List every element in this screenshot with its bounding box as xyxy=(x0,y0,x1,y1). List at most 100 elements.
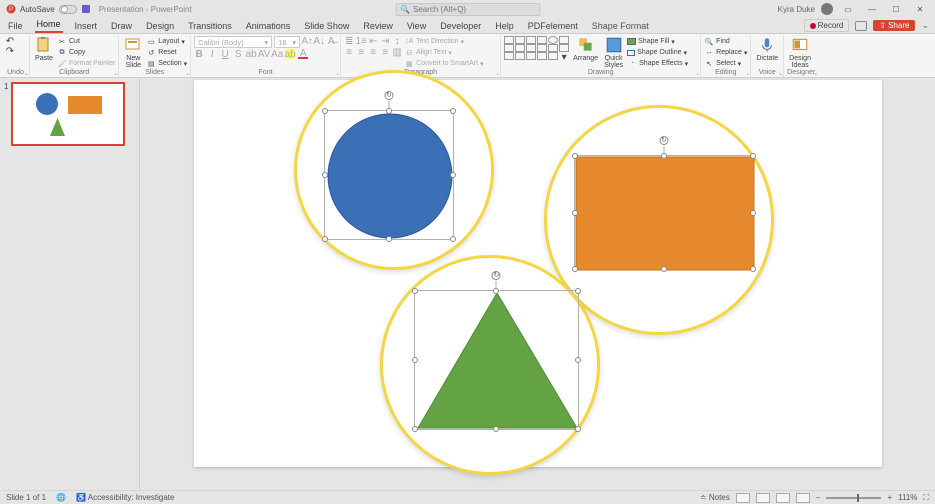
spacing-icon[interactable]: AV xyxy=(259,49,269,59)
notes-button[interactable]: ≐ Notes xyxy=(700,493,730,502)
ribbon-display-icon[interactable]: ▭ xyxy=(839,2,857,16)
align-right-icon[interactable]: ≡ xyxy=(368,47,378,57)
arrange-button[interactable]: Arrange xyxy=(571,36,600,62)
undo-icon[interactable]: ↶ xyxy=(5,36,15,46)
indent-dec-icon[interactable]: ⇤ xyxy=(368,36,378,46)
slideshow-view-icon[interactable] xyxy=(796,493,810,503)
rotate-handle-icon[interactable] xyxy=(492,271,501,280)
new-slide-button[interactable]: New Slide xyxy=(122,36,144,69)
tab-slideshow[interactable]: Slide Show xyxy=(302,19,351,33)
case-icon[interactable]: Aa xyxy=(272,49,282,59)
tab-file[interactable]: File xyxy=(6,19,25,33)
line-spacing-icon[interactable]: ↕ xyxy=(392,36,402,46)
design-ideas-button[interactable]: Design Ideas xyxy=(787,36,813,69)
clear-format-icon[interactable]: A̶ xyxy=(326,36,336,46)
copy-button[interactable]: ⧉Copy xyxy=(57,47,115,58)
font-color-icon[interactable]: A xyxy=(298,49,308,59)
tab-view[interactable]: View xyxy=(405,19,428,33)
select-button[interactable]: ↖Select▾ xyxy=(704,58,747,69)
font-family-select[interactable]: Calibri (Body)▾ xyxy=(194,36,272,48)
underline-icon[interactable]: U xyxy=(220,49,230,59)
zoom-slider[interactable] xyxy=(826,497,881,499)
tab-help[interactable]: Help xyxy=(493,19,516,33)
shape-fill-button[interactable]: Shape Fill▾ xyxy=(627,36,688,47)
numbering-icon[interactable]: 1≡ xyxy=(356,36,366,46)
shape-selection-box[interactable] xyxy=(324,110,454,240)
save-icon[interactable] xyxy=(81,4,91,14)
collapse-ribbon-icon[interactable]: ⌄ xyxy=(921,20,929,31)
find-button[interactable]: 🔍Find xyxy=(704,36,747,47)
maximize-icon[interactable]: ☐ xyxy=(887,2,905,16)
tab-pdfelement[interactable]: PDFelement xyxy=(526,19,580,33)
tab-transitions[interactable]: Transitions xyxy=(186,19,234,33)
quick-styles-button[interactable]: Quick Styles xyxy=(602,36,625,69)
slide-thumbnail[interactable] xyxy=(11,82,125,146)
shapes-gallery[interactable]: ▾ xyxy=(504,36,569,62)
language-status[interactable]: 🌐 xyxy=(56,493,66,502)
paste-button[interactable]: Paste xyxy=(33,36,55,62)
tab-draw[interactable]: Draw xyxy=(109,19,134,33)
rectangle-shape[interactable] xyxy=(575,156,755,271)
shape-selection-box[interactable] xyxy=(574,155,754,270)
increase-font-icon[interactable]: A↑ xyxy=(302,36,312,46)
decrease-font-icon[interactable]: A↓ xyxy=(314,36,324,46)
triangle-shape[interactable] xyxy=(415,291,580,431)
fit-to-window-icon[interactable]: ⛶ xyxy=(923,493,929,503)
shadow-icon[interactable]: ab xyxy=(246,49,256,59)
reading-view-icon[interactable] xyxy=(776,493,790,503)
layout-button[interactable]: ▭Layout▾ xyxy=(146,36,187,47)
zoom-level[interactable]: 111% xyxy=(898,493,917,502)
convert-smartart-button[interactable]: ▦Convert to SmartArt▾ xyxy=(404,58,483,69)
italic-icon[interactable]: I xyxy=(207,49,217,59)
tab-animations[interactable]: Animations xyxy=(244,19,293,33)
tab-developer[interactable]: Developer xyxy=(438,19,483,33)
columns-icon[interactable]: ▥ xyxy=(392,47,402,57)
cut-button[interactable]: ✂Cut xyxy=(57,36,115,47)
bullets-icon[interactable]: ≣ xyxy=(344,36,354,46)
highlight-icon[interactable]: ab xyxy=(285,49,295,59)
align-text-button[interactable]: ⊟Align Text▾ xyxy=(404,47,483,58)
sorter-view-icon[interactable] xyxy=(756,493,770,503)
minimize-icon[interactable]: — xyxy=(863,2,881,16)
tab-shape-format[interactable]: Shape Format xyxy=(590,19,651,33)
align-left-icon[interactable]: ≡ xyxy=(344,47,354,57)
share-button[interactable]: ⇧Share xyxy=(873,20,915,31)
user-avatar[interactable] xyxy=(821,3,833,15)
record-button[interactable]: Record xyxy=(804,19,850,32)
comments-icon[interactable] xyxy=(855,21,867,31)
font-size-select[interactable]: 18▾ xyxy=(274,36,300,48)
tab-design[interactable]: Design xyxy=(144,19,176,33)
redo-icon[interactable]: ↷ xyxy=(5,46,15,56)
zoom-in-icon[interactable]: + xyxy=(887,493,892,502)
bold-icon[interactable]: B xyxy=(194,49,204,59)
justify-icon[interactable]: ≡ xyxy=(380,47,390,57)
normal-view-icon[interactable] xyxy=(736,493,750,503)
zoom-out-icon[interactable]: − xyxy=(816,493,821,502)
shape-outline-button[interactable]: Shape Outline▾ xyxy=(627,47,688,58)
replace-button[interactable]: ↔Replace▾ xyxy=(704,47,747,58)
tab-insert[interactable]: Insert xyxy=(73,19,100,33)
thumbnail-pane[interactable]: 1 xyxy=(0,78,140,490)
align-center-icon[interactable]: ≡ xyxy=(356,47,366,57)
slide-editor[interactable] xyxy=(140,78,935,490)
reset-button[interactable]: ↺Reset xyxy=(146,47,187,58)
indent-inc-icon[interactable]: ⇥ xyxy=(380,36,390,46)
rotate-handle-icon[interactable] xyxy=(659,136,668,145)
strike-icon[interactable]: S xyxy=(233,49,243,59)
format-painter-button[interactable]: 🖌Format Painter xyxy=(57,58,115,69)
rotate-handle-icon[interactable] xyxy=(384,91,393,100)
shapes-more-icon[interactable]: ▾ xyxy=(559,52,569,62)
close-icon[interactable]: ✕ xyxy=(911,2,929,16)
tab-review[interactable]: Review xyxy=(361,19,395,33)
circle-shape[interactable] xyxy=(325,111,455,241)
text-direction-button[interactable]: ↕AText Direction▾ xyxy=(404,36,483,47)
tab-home[interactable]: Home xyxy=(35,17,63,33)
search-box[interactable]: 🔍 Search (Alt+Q) xyxy=(395,3,540,16)
section-button[interactable]: ▤Section▾ xyxy=(146,58,187,69)
shape-effects-button[interactable]: ◔Shape Effects▾ xyxy=(627,58,688,69)
accessibility-status[interactable]: ♿ Accessibility: Investigate xyxy=(76,493,174,502)
autosave-toggle[interactable] xyxy=(59,5,77,14)
shape-selection-box[interactable] xyxy=(414,290,579,430)
slide-canvas[interactable] xyxy=(194,80,882,467)
dictate-button[interactable]: Dictate xyxy=(754,36,780,62)
